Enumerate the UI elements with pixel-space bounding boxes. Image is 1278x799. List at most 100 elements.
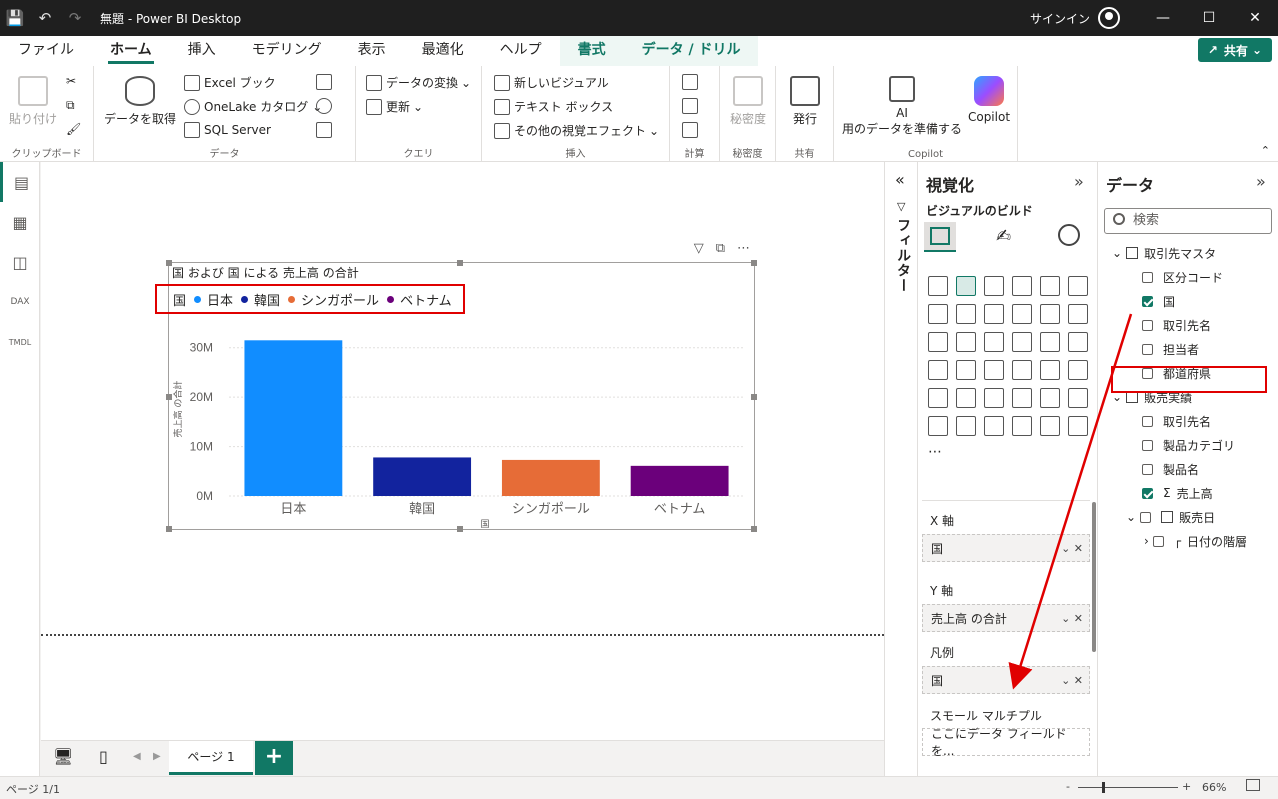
chevron-right-icon[interactable]: › xyxy=(1144,534,1149,548)
undo-icon[interactable]: ↶ xyxy=(30,0,60,36)
recent-sources-icon[interactable] xyxy=(316,122,336,138)
zoom-out-button[interactable]: - xyxy=(1066,780,1070,793)
field-row[interactable]: 区分コード xyxy=(1142,266,1223,288)
bar-chart-visual[interactable]: ▽ ⧉ ⋯ 国 および 国 による 売上高 の合計 国 日本 韓国 シンガポール… xyxy=(155,241,757,532)
visual-type-icon[interactable] xyxy=(1040,304,1060,324)
field-row[interactable]: 取引先名 xyxy=(1142,314,1211,336)
next-page-icon[interactable]: ▶ xyxy=(153,751,161,762)
sensitivity-button[interactable]: 秘密度 xyxy=(724,76,772,127)
visual-type-icon[interactable] xyxy=(1012,332,1032,352)
tmdl-view-icon[interactable]: TMDL xyxy=(0,322,40,362)
onelake-button[interactable]: OneLake カタログ ⌄ xyxy=(184,98,322,115)
field-checkbox[interactable] xyxy=(1142,415,1153,427)
mobile-layout-icon[interactable]: ▯ xyxy=(99,747,108,766)
desktop-layout-icon[interactable]: 🖥 xyxy=(53,747,73,766)
copilot-button[interactable]: Copilot xyxy=(964,76,1014,124)
collapse-viz-pane-icon[interactable]: » xyxy=(1074,172,1084,191)
new-visual-button[interactable]: 新しいビジュアル xyxy=(494,74,609,91)
paste-button[interactable]: 貼り付け xyxy=(8,76,58,127)
prev-page-icon[interactable]: ◀ xyxy=(133,751,141,762)
calculator-icon[interactable] xyxy=(682,98,702,114)
save-icon[interactable]: 💾 xyxy=(0,0,30,36)
zoom-in-button[interactable]: + xyxy=(1182,780,1191,793)
visual-type-icon[interactable] xyxy=(956,388,976,408)
visual-type-icon[interactable] xyxy=(1068,360,1088,380)
field-row[interactable]: 担当者 xyxy=(1142,338,1199,360)
tab-help[interactable]: ヘルプ xyxy=(482,36,560,66)
copy-icon[interactable]: ⧉ xyxy=(66,98,75,113)
excel-button[interactable]: Excel ブック xyxy=(184,74,276,91)
visual-type-icon[interactable] xyxy=(1068,304,1088,324)
y-axis-well[interactable]: 売上高 の合計 ⌄ ✕ xyxy=(922,604,1090,632)
report-canvas[interactable]: ▽ ⧉ ⋯ 国 および 国 による 売上高 の合計 国 日本 韓国 シンガポール… xyxy=(41,162,884,740)
collapse-data-pane-icon[interactable]: » xyxy=(1256,172,1266,191)
visual-type-icon[interactable] xyxy=(1012,276,1032,296)
more-visuals-icon[interactable]: ⋯ xyxy=(928,444,948,464)
x-axis-field-controls[interactable]: ⌄ ✕ xyxy=(1061,542,1083,555)
visual-type-icon[interactable] xyxy=(1012,416,1032,436)
visual-type-icon[interactable] xyxy=(1012,304,1032,324)
viz-pane-scrollbar[interactable] xyxy=(1092,502,1096,652)
visual-type-icon[interactable] xyxy=(1040,416,1060,436)
resize-handle[interactable] xyxy=(166,260,172,266)
resize-handle[interactable] xyxy=(457,526,463,532)
field-row[interactable]: Σ 売上高 xyxy=(1142,482,1213,504)
bar[interactable] xyxy=(501,459,600,496)
visual-type-icon[interactable] xyxy=(928,304,948,324)
bar[interactable] xyxy=(244,340,343,496)
table-view-icon[interactable]: ▦ xyxy=(0,202,40,242)
y-axis-field-controls[interactable]: ⌄ ✕ xyxy=(1061,612,1083,625)
visual-type-icon[interactable] xyxy=(1040,276,1060,296)
avatar-icon[interactable] xyxy=(1098,7,1120,29)
page-tab-1[interactable]: ページ 1 xyxy=(169,741,253,775)
visual-type-icon[interactable] xyxy=(928,276,948,296)
field-row[interactable]: 製品カテゴリ xyxy=(1142,434,1235,456)
field-checkbox[interactable] xyxy=(1142,463,1153,475)
publish-button[interactable]: 発行 xyxy=(782,76,828,127)
resize-handle[interactable] xyxy=(751,526,757,532)
visual-type-icon[interactable] xyxy=(1068,416,1088,436)
build-visual-tab[interactable] xyxy=(924,222,956,252)
text-box-button[interactable]: テキスト ボックス xyxy=(494,98,613,115)
small-multiples-well[interactable]: ここにデータ フィールドを... xyxy=(922,727,1090,758)
filter-icon[interactable]: ▽ xyxy=(694,241,704,256)
report-view-icon[interactable]: ▤ xyxy=(0,162,40,202)
model-view-icon[interactable]: ◫ xyxy=(0,242,40,282)
field-checkbox[interactable] xyxy=(1142,487,1153,499)
field-row[interactable]: ⌄ 販売日 xyxy=(1126,506,1215,528)
visual-type-icon[interactable] xyxy=(1012,388,1032,408)
tab-file[interactable]: ファイル xyxy=(0,36,92,66)
visual-type-icon[interactable] xyxy=(928,332,948,352)
visual-type-icon[interactable] xyxy=(1068,332,1088,352)
visual-type-icon[interactable] xyxy=(984,416,1004,436)
add-page-button[interactable]: + xyxy=(255,741,293,775)
field-checkbox[interactable] xyxy=(1152,535,1164,547)
enter-data-icon[interactable] xyxy=(316,74,336,90)
resize-handle[interactable] xyxy=(751,394,757,400)
visual-type-icon[interactable] xyxy=(1068,276,1088,296)
resize-handle[interactable] xyxy=(166,526,172,532)
field-checkbox[interactable] xyxy=(1142,343,1153,355)
data-search-input[interactable]: 検索 xyxy=(1104,208,1272,234)
tab-modeling[interactable]: モデリング xyxy=(234,36,340,66)
visual-type-icon[interactable] xyxy=(984,276,1004,296)
zoom-slider-thumb[interactable] xyxy=(1102,782,1105,793)
x-axis-well[interactable]: 国 ⌄ ✕ xyxy=(922,534,1090,562)
resize-handle[interactable] xyxy=(166,394,172,400)
field-checkbox[interactable] xyxy=(1142,319,1153,331)
field-checkbox[interactable] xyxy=(1142,271,1153,283)
tab-insert[interactable]: 挿入 xyxy=(170,36,234,66)
visual-type-icon[interactable] xyxy=(984,304,1004,324)
transform-data-button[interactable]: データの変換 ⌄ xyxy=(366,74,471,91)
visual-type-icon[interactable] xyxy=(928,416,948,436)
sql-server-button[interactable]: SQL Server xyxy=(184,122,271,138)
format-painter-icon[interactable]: 🖌 xyxy=(66,122,81,136)
signin-link[interactable]: サインイン xyxy=(1030,10,1090,27)
bar[interactable] xyxy=(373,457,472,496)
minimize-button[interactable]: — xyxy=(1140,0,1186,36)
prepare-data-ai-button[interactable]: AI 用のデータを準備する xyxy=(840,76,964,137)
get-data-button[interactable]: データを取得 xyxy=(102,76,178,127)
field-row[interactable]: › ┌ 日付の階層 xyxy=(1144,530,1247,552)
visual-type-icon[interactable] xyxy=(984,360,1004,380)
analytics-icon[interactable] xyxy=(1058,224,1080,246)
